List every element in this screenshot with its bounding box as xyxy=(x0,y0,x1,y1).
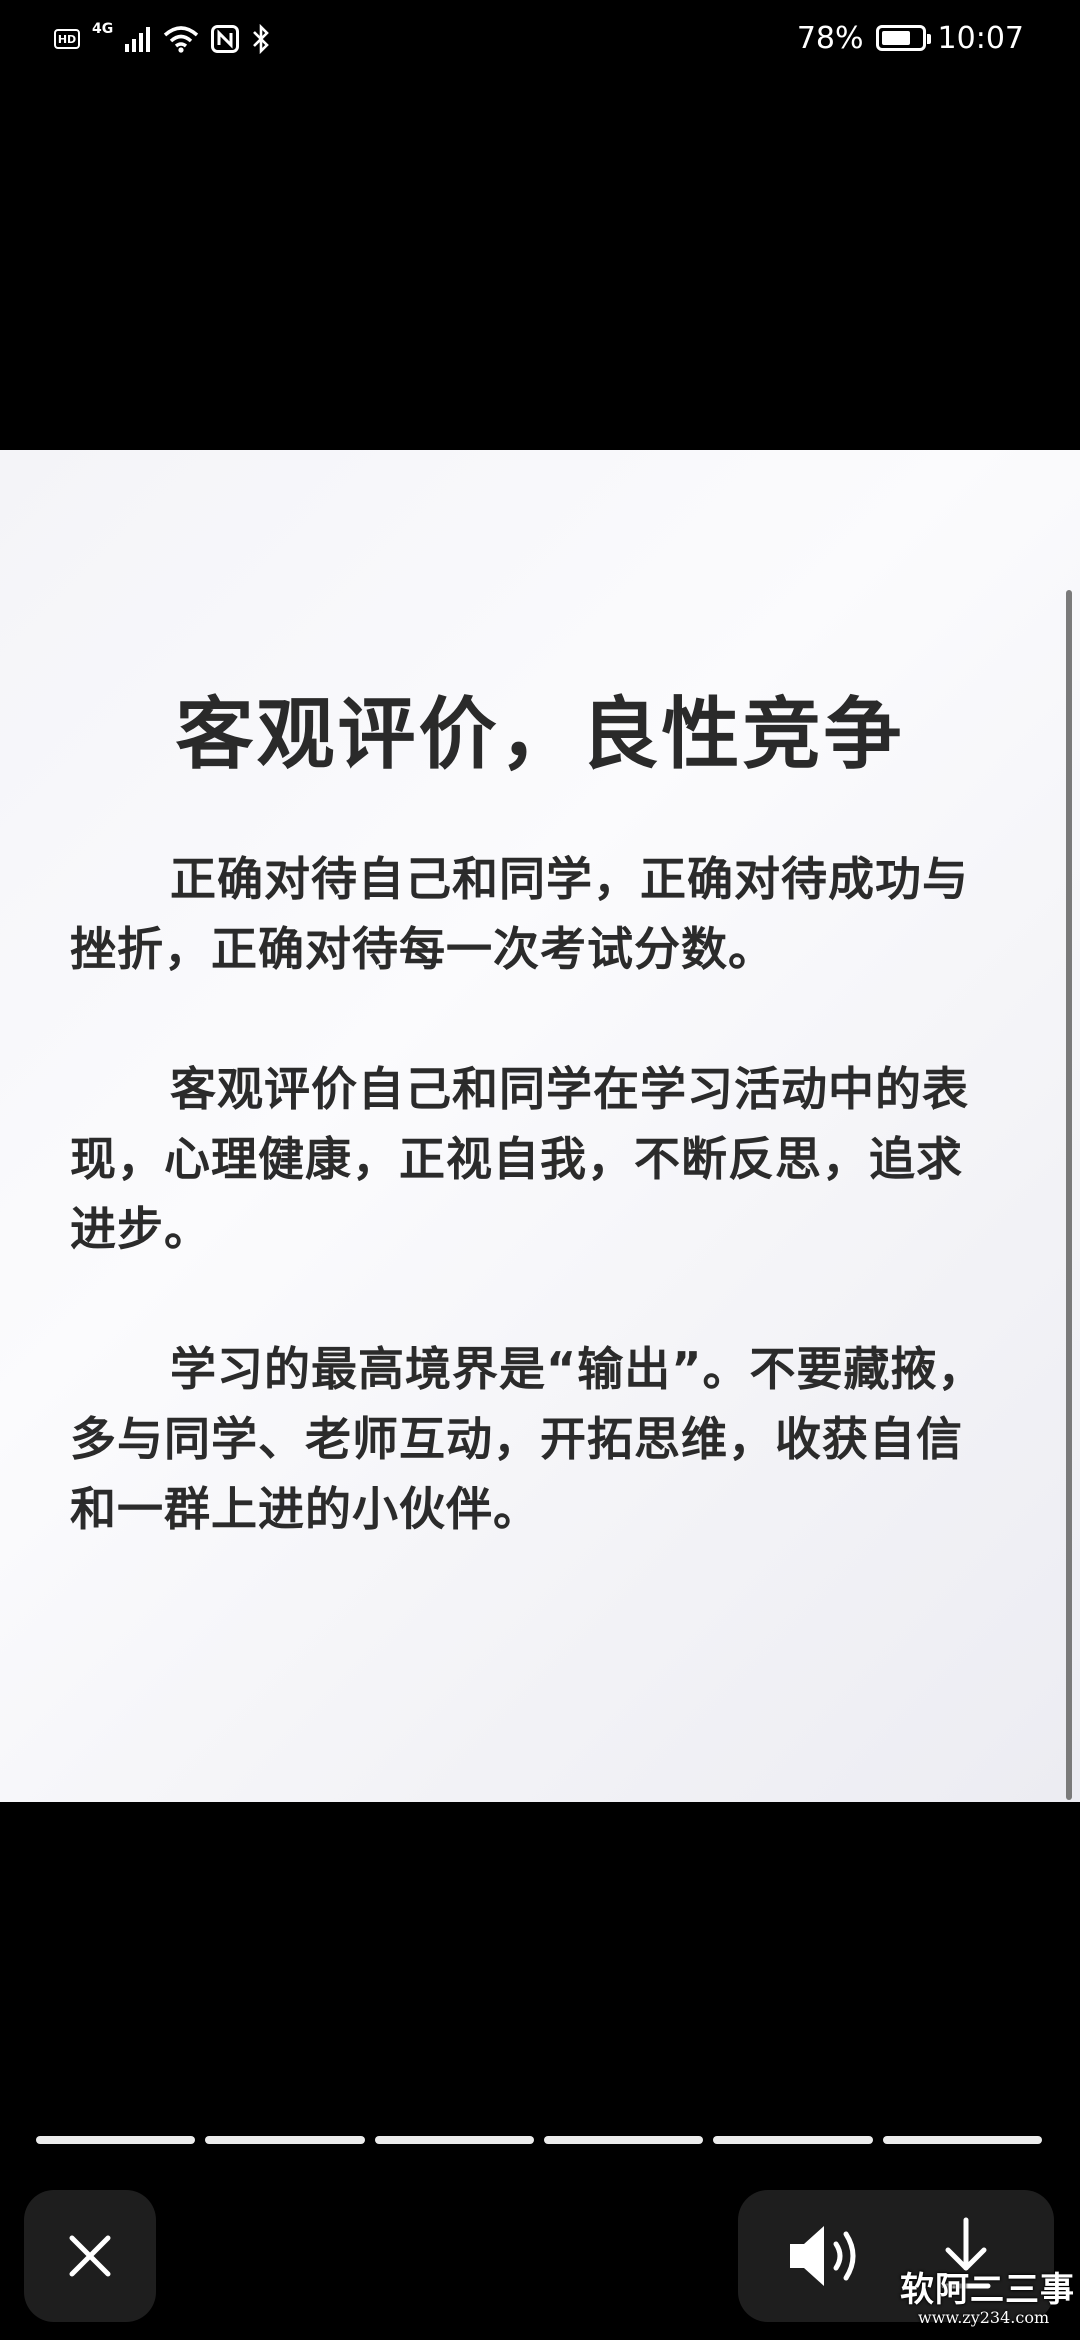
nfc-icon xyxy=(211,25,240,53)
progress-segment xyxy=(713,2136,873,2144)
progress-segment xyxy=(543,2136,704,2144)
watermark-title: 软阿二三事 xyxy=(900,2270,1075,2310)
content-title: 客观评价，良性竞争 xyxy=(175,690,905,780)
progress-segment xyxy=(882,2136,1042,2144)
content-paragraph-1: 正确对待自己和同学，正确对待成功与挫折，正确对待每一次考试分数。 xyxy=(70,852,969,976)
wifi-icon xyxy=(164,26,199,53)
status-bar: HD 4G 78% 10:07 xyxy=(0,0,1080,80)
battery-percent: 78% xyxy=(796,20,864,56)
progress-segment xyxy=(374,2136,534,2144)
cellular-signal-icon xyxy=(125,27,151,52)
network-type-label: 4G xyxy=(92,21,114,37)
battery-level xyxy=(881,31,910,45)
scroll-indicator xyxy=(1066,590,1072,1800)
story-image[interactable]: 客观评价，良性竞争 正确对待自己和同学，正确对待成功与挫折，正确对待每一次考试分… xyxy=(0,450,1080,1802)
progress-segment xyxy=(36,2136,196,2144)
bluetooth-icon xyxy=(253,24,270,54)
watermark: 软阿二三事 www.zy234.com xyxy=(900,2272,1080,2340)
speaker-icon[interactable] xyxy=(786,2220,866,2292)
hd-icon: HD xyxy=(54,29,80,49)
content-paragraph-2: 客观评价自己和同学在学习活动中的表现，心理健康，正视自我，不断反思，追求进步。 xyxy=(70,1062,969,1256)
status-icons-right: 78% 10:07 xyxy=(797,16,1024,60)
watermark-url: www.zy234.com xyxy=(918,2308,1050,2327)
story-progress xyxy=(36,2136,1042,2144)
status-icons-left: HD 4G xyxy=(54,18,271,60)
content-paragraph-3: 学习的最高境界是“输出”。不要藏掖，多与同学、老师互动，开拓思维，收获自信和一群… xyxy=(70,1342,985,1536)
close-icon xyxy=(69,2235,111,2277)
battery-icon xyxy=(875,25,931,51)
progress-segment xyxy=(205,2136,365,2144)
clock: 10:07 xyxy=(937,20,1024,56)
close-button[interactable] xyxy=(24,2190,156,2322)
